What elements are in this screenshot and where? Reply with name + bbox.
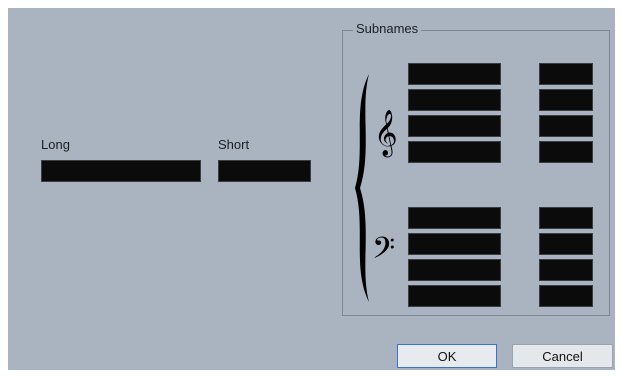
- brace-icon: [355, 74, 369, 302]
- subname-bass-short-3[interactable]: [539, 259, 593, 281]
- bass-clef-icon: 𝄢: [372, 232, 395, 273]
- subname-bass-short-4[interactable]: [539, 285, 593, 307]
- subname-treble-short-3[interactable]: [539, 115, 593, 137]
- subname-treble-short-4[interactable]: [539, 141, 593, 163]
- ok-button[interactable]: OK: [397, 344, 497, 368]
- subname-treble-short-2[interactable]: [539, 89, 593, 111]
- subname-treble-short-1[interactable]: [539, 63, 593, 85]
- subname-treble-long-1[interactable]: [408, 63, 501, 85]
- subname-bass-short-1[interactable]: [539, 207, 593, 229]
- subname-treble-long-4[interactable]: [408, 141, 501, 163]
- treble-clef-icon: 𝄞: [374, 110, 398, 158]
- subname-bass-short-2[interactable]: [539, 233, 593, 255]
- subname-bass-long-3[interactable]: [408, 259, 501, 281]
- subname-treble-long-2[interactable]: [408, 89, 501, 111]
- subname-bass-long-4[interactable]: [408, 285, 501, 307]
- subname-treble-long-3[interactable]: [408, 115, 501, 137]
- subname-bass-long-2[interactable]: [408, 233, 501, 255]
- staff-brace-graphic: 𝄞 𝄢: [355, 74, 398, 302]
- subname-bass-long-1[interactable]: [408, 207, 501, 229]
- cancel-button[interactable]: Cancel: [512, 344, 613, 368]
